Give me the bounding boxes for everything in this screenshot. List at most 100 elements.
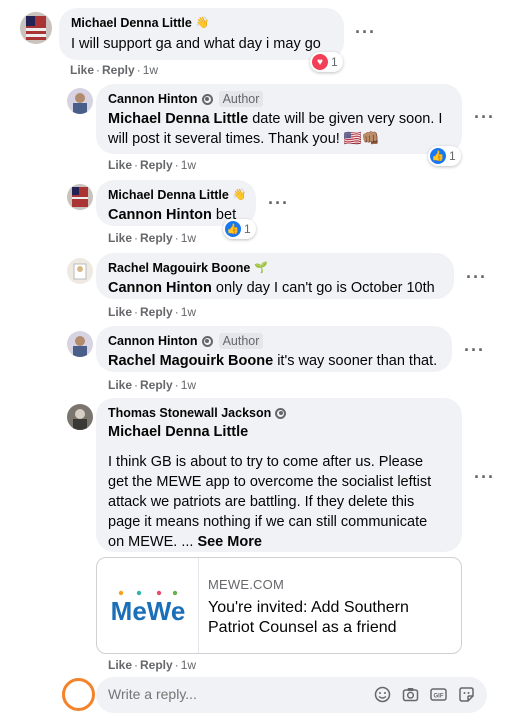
reaction-summary[interactable]: 👍 1 [223, 219, 256, 239]
sticker-icon[interactable] [458, 686, 475, 703]
comment-actions: Like · Reply · 1w [108, 658, 197, 672]
emoji-icon[interactable] [374, 686, 391, 703]
reply-button[interactable]: Reply [102, 63, 135, 77]
link-preview-card[interactable]: MeWe MEWE.COM You're invited: Add Southe… [96, 557, 462, 654]
comment-text-line: attack we patriots are battling. If they… [108, 494, 415, 510]
comment-text: Cannon Hinton bet [108, 205, 244, 225]
comment-text-part: date will be given very soon. I [248, 111, 443, 127]
camera-icon[interactable] [402, 686, 419, 703]
comment-bubble: Thomas Stonewall Jackson Michael Denna L… [96, 398, 462, 552]
like-button[interactable]: Like [108, 231, 132, 245]
like-button[interactable]: Like [108, 158, 132, 172]
reply-button[interactable]: Reply [140, 231, 173, 245]
link-preview-logo: MeWe [97, 558, 199, 653]
reaction-count: 1 [449, 149, 456, 163]
avatar[interactable] [20, 12, 52, 44]
like-button[interactable]: Like [108, 305, 132, 319]
mention-link[interactable]: Michael Denna Little [108, 424, 248, 440]
comment-text: I think GB is about to try to come after… [108, 452, 450, 552]
comment-author[interactable]: Michael Denna Little [71, 15, 192, 31]
timestamp[interactable]: 1w [181, 305, 196, 319]
comment-text: I will support ga and what day i may go [71, 36, 321, 52]
like-button[interactable]: Like [108, 658, 132, 672]
comment-actions: Like · Reply · 1w [70, 63, 159, 77]
svg-text:MeWe: MeWe [110, 596, 185, 626]
timestamp[interactable]: 1w [181, 231, 196, 245]
comment-text: Michael Denna Little date will be given … [108, 109, 450, 149]
more-options-icon[interactable]: ··· [474, 108, 495, 126]
comment-author[interactable]: Cannon Hinton [108, 333, 198, 349]
comment-author[interactable]: Thomas Stonewall Jackson [108, 405, 271, 421]
composer-tools: GIF [374, 686, 475, 703]
avatar[interactable] [67, 184, 93, 210]
more-options-icon[interactable]: ··· [464, 341, 485, 359]
comment-bubble: Michael Denna Little 👋 I will support ga… [59, 8, 344, 60]
comment-text: Rachel Magouirk Boone it's way sooner th… [108, 351, 440, 371]
admin-badge-icon [201, 335, 213, 347]
like-button[interactable]: Like [108, 378, 132, 392]
comment-bubble: Rachel Magouirk Boone 🌱 Cannon Hinton on… [96, 253, 454, 299]
timestamp[interactable]: 1w [143, 63, 158, 77]
comment-text-line: page it means nothing if we can still co… [108, 514, 428, 530]
current-user-avatar[interactable] [62, 678, 95, 711]
svg-text:GIF: GIF [434, 694, 444, 700]
more-options-icon[interactable]: ··· [466, 268, 487, 286]
comment-text-part: only day I can't go is October 10th [211, 280, 435, 296]
comment-text: Michael Denna Little [108, 422, 450, 442]
comment-text-part: it's way sooner than that. [273, 353, 438, 369]
love-reaction-icon: ♥ [312, 54, 328, 70]
more-options-icon[interactable]: ··· [268, 194, 289, 212]
author-badge: Author [218, 333, 264, 349]
avatar[interactable] [67, 404, 93, 430]
see-more-link[interactable]: See More [197, 534, 261, 550]
comment-actions: Like · Reply · 1w [108, 231, 197, 245]
wave-icon: 👋 [195, 17, 210, 29]
link-title-line: You're invited: Add Southern [208, 599, 409, 616]
comment-actions: Like · Reply · 1w [108, 158, 197, 172]
comment-bubble: Cannon Hinton Author Rachel Magouirk Boo… [96, 326, 452, 372]
like-reaction-icon: 👍 [430, 148, 446, 164]
mention-link[interactable]: Cannon Hinton [108, 280, 212, 296]
link-title-line: Patriot Counsel as a friend [208, 619, 397, 636]
admin-badge-icon [275, 407, 287, 419]
reaction-summary[interactable]: 👍 1 [428, 146, 461, 166]
comment-actions: Like · Reply · 1w [108, 305, 197, 319]
reply-input[interactable] [108, 686, 358, 702]
comment-actions: Like · Reply · 1w [108, 378, 197, 392]
comment-text: Cannon Hinton only day I can't go is Oct… [108, 278, 442, 298]
reaction-summary[interactable]: ♥ 1 [310, 52, 343, 72]
timestamp[interactable]: 1w [181, 378, 196, 392]
reaction-count: 1 [331, 55, 338, 69]
reaction-count: 1 [244, 222, 251, 236]
link-title: You're invited: Add Southern Patriot Cou… [208, 598, 409, 638]
avatar[interactable] [67, 88, 93, 114]
admin-badge-icon [201, 93, 213, 105]
more-options-icon[interactable]: ··· [474, 468, 495, 486]
comment-text-line: I think GB is about to try to come after… [108, 454, 424, 470]
timestamp[interactable]: 1w [181, 658, 196, 672]
reply-button[interactable]: Reply [140, 158, 173, 172]
comment-author[interactable]: Michael Denna Little [108, 187, 229, 203]
comment-author[interactable]: Rachel Magouirk Boone [108, 260, 250, 276]
gif-icon[interactable]: GIF [430, 686, 447, 703]
mention-link[interactable]: Rachel Magouirk Boone [108, 353, 273, 369]
reply-button[interactable]: Reply [140, 305, 173, 319]
reply-composer: GIF [96, 677, 487, 713]
comment-bubble: Cannon Hinton Author Michael Denna Littl… [96, 84, 462, 154]
like-button[interactable]: Like [70, 63, 94, 77]
comment-text-line: on MEWE. ... [108, 534, 198, 550]
mention-link[interactable]: Cannon Hinton [108, 207, 212, 223]
mewe-logo-icon: MeWe [110, 590, 185, 626]
reply-button[interactable]: Reply [140, 378, 173, 392]
avatar[interactable] [67, 331, 93, 357]
timestamp[interactable]: 1w [181, 158, 196, 172]
reply-button[interactable]: Reply [140, 658, 173, 672]
author-badge: Author [218, 91, 264, 107]
comment-text-part: will post it several times. Thank you! 🇺… [108, 131, 380, 147]
avatar[interactable] [67, 258, 93, 284]
wave-icon: 👋 [232, 189, 247, 201]
mention-link[interactable]: Michael Denna Little [108, 111, 248, 127]
comment-author[interactable]: Cannon Hinton [108, 91, 198, 107]
more-options-icon[interactable]: ··· [355, 23, 376, 41]
plant-icon: 🌱 [254, 262, 269, 274]
